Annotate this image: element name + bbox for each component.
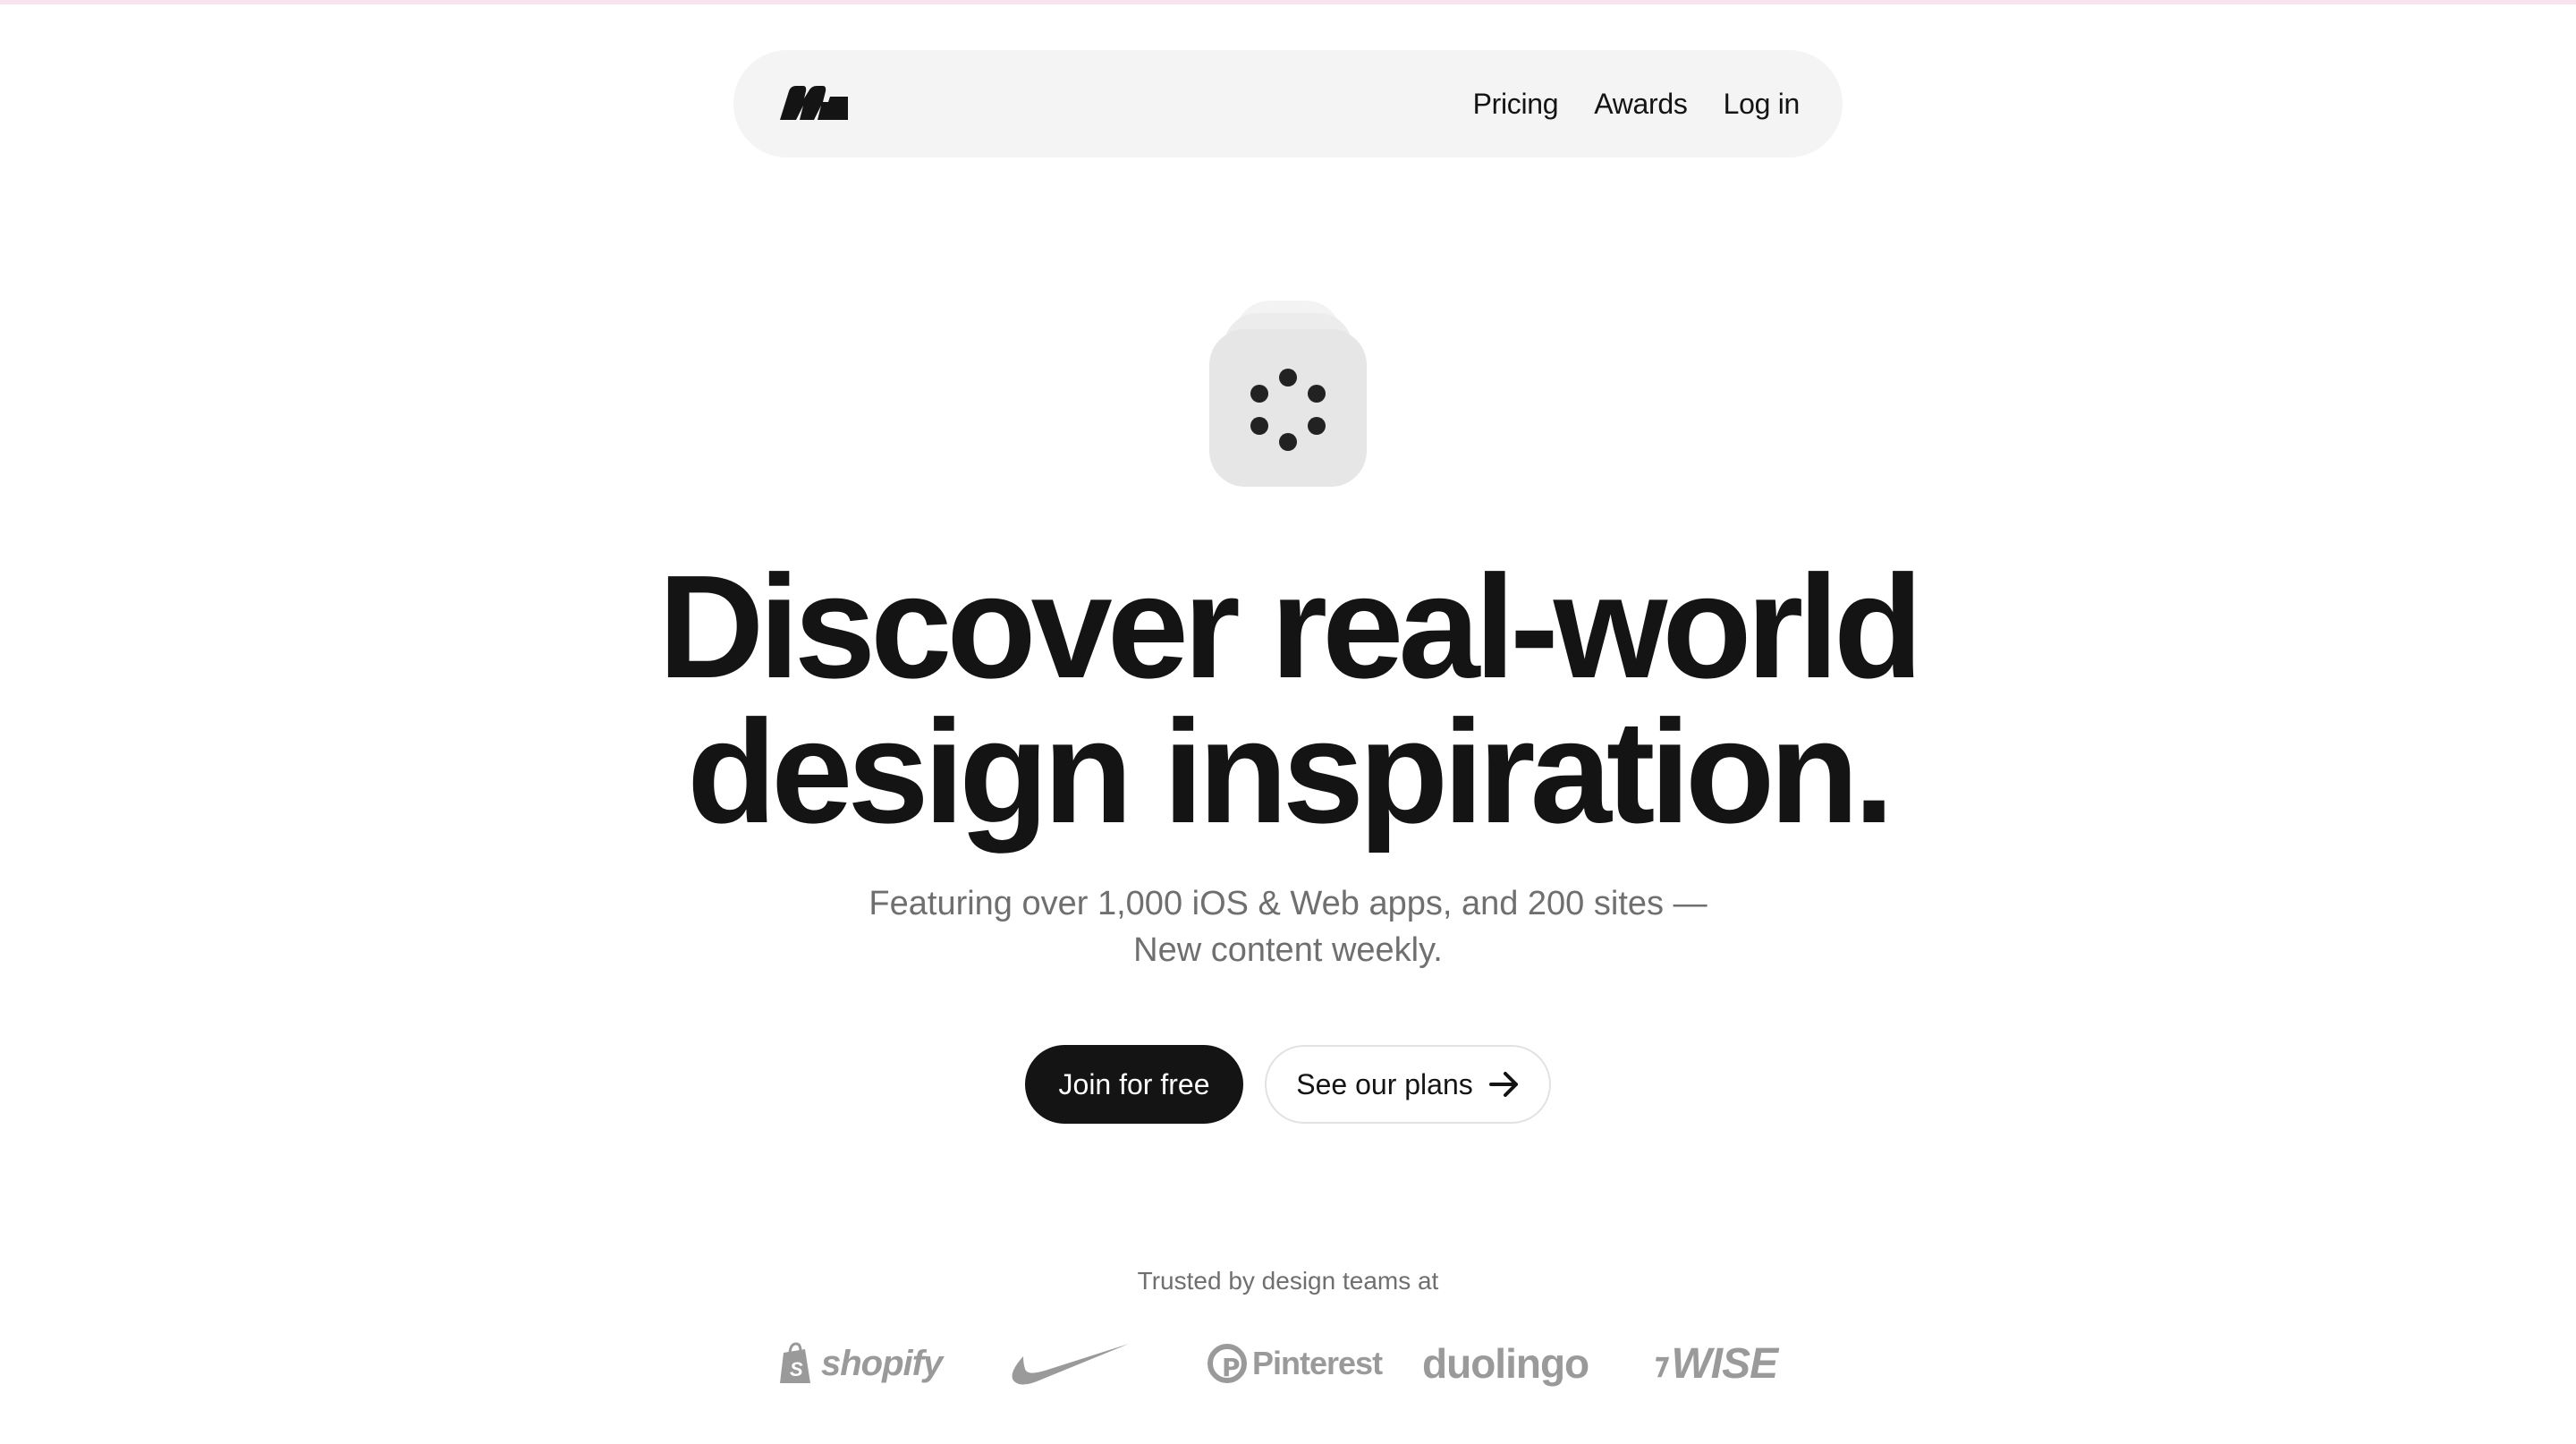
duolingo-logo: duolingo	[1422, 1331, 1589, 1396]
hero-headline: Discover real-world design inspiration.	[0, 554, 2576, 845]
pinterest-wordmark: Pinterest	[1252, 1345, 1383, 1381]
logo-icon[interactable]	[776, 86, 848, 120]
see-our-plans-button[interactable]: See our plans	[1265, 1045, 1551, 1124]
svg-text:S: S	[790, 1358, 803, 1380]
headline-line-1: Discover real-world	[657, 545, 1923, 709]
hero-subheadline: Featuring over 1,000 iOS & Web apps, and…	[0, 880, 2576, 973]
duolingo-wordmark: duolingo	[1422, 1340, 1589, 1387]
dot-top-right	[1308, 385, 1326, 403]
top-navbar: Pricing Awards Log in	[733, 50, 1843, 157]
join-button-label: Join for free	[1058, 1067, 1210, 1100]
headline-line-2: design inspiration.	[687, 690, 1894, 854]
icon-tile	[1209, 329, 1367, 487]
nav-links: Pricing Awards Log in	[1473, 50, 1801, 157]
loading-dots-icon	[1209, 301, 1367, 487]
dot-bottom-right	[1308, 417, 1326, 435]
wise-flag-icon: ⁊	[1653, 1346, 1668, 1380]
brand-logos-row: S shopify P Pinterest duolingo ⁊ WISE	[769, 1331, 1807, 1396]
subhead-line-1: Featuring over 1,000 iOS & Web apps, and…	[869, 885, 1707, 922]
trusted-by-label: Trusted by design teams at	[1137, 1267, 1439, 1295]
dot-top-left	[1250, 385, 1268, 403]
shopify-wordmark: shopify	[821, 1343, 943, 1383]
shopify-bag-icon: S	[780, 1342, 810, 1383]
wise-wordmark: WISE	[1671, 1339, 1778, 1388]
nav-pricing-link[interactable]: Pricing	[1473, 88, 1559, 121]
nav-login-link[interactable]: Log in	[1724, 88, 1801, 121]
nike-logo	[1005, 1331, 1131, 1396]
pinterest-logo: P Pinterest	[1208, 1331, 1383, 1396]
dot-bottom-left	[1250, 417, 1268, 435]
dot-bottom	[1279, 433, 1297, 451]
top-accent-line	[0, 0, 2576, 4]
subhead-line-2: New content weekly.	[1133, 931, 1443, 969]
plans-button-label: See our plans	[1296, 1067, 1473, 1100]
pinterest-p-icon: P	[1208, 1344, 1247, 1383]
wise-logo: ⁊ WISE	[1653, 1331, 1778, 1396]
shopify-logo: S shopify	[778, 1331, 943, 1396]
nav-awards-link[interactable]: Awards	[1594, 88, 1688, 121]
arrow-right-icon	[1488, 1072, 1518, 1097]
dot-top	[1279, 369, 1297, 386]
join-for-free-button[interactable]: Join for free	[1025, 1045, 1243, 1124]
nike-swoosh-icon	[1012, 1344, 1129, 1385]
